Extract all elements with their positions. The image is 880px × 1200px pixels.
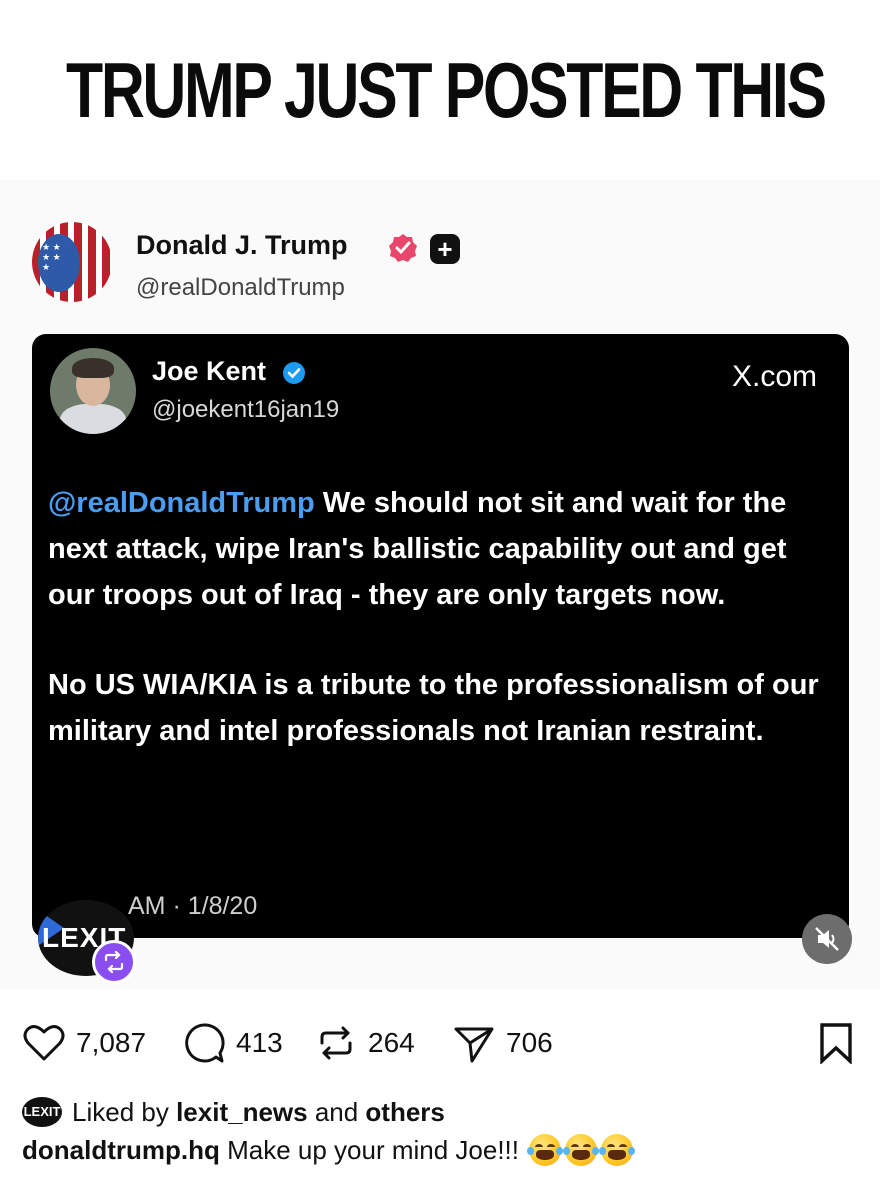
share-count: 706 xyxy=(506,1027,553,1058)
repost-icon xyxy=(320,1026,352,1060)
comment-bubble-icon xyxy=(185,1023,225,1063)
tweet-paragraph-2: No US WIA/KIA is a tribute to the profes… xyxy=(48,669,819,747)
speaker-muted-icon xyxy=(815,927,839,951)
comment-button[interactable]: 413 xyxy=(182,1018,283,1068)
caption-emojis xyxy=(527,1134,635,1166)
heart-icon xyxy=(23,1025,65,1061)
tears-of-joy-emoji-icon xyxy=(599,1134,635,1166)
repost-count: 264 xyxy=(368,1027,415,1058)
repost-badge-icon xyxy=(92,940,136,984)
liker-avatar[interactable]: LEXIT xyxy=(22,1097,62,1127)
plus-badge-icon: + xyxy=(430,234,460,264)
tweet-author-handle: @joekent16jan19 xyxy=(152,396,340,423)
tears-of-joy-emoji-icon xyxy=(563,1134,599,1166)
tweet-body: @realDonaldTrump We should not sit and w… xyxy=(48,480,828,754)
liked-by-others[interactable]: others xyxy=(365,1097,444,1128)
headline-text: TRUMP JUST POSTED THIS xyxy=(65,45,827,134)
comment-count: 413 xyxy=(236,1027,283,1058)
author-name[interactable]: Donald J. Trump xyxy=(136,230,348,261)
verified-badge-icon xyxy=(389,234,417,262)
tweet-paragraph-1: @realDonaldTrump We should not sit and w… xyxy=(48,480,828,618)
x-com-source: X.com xyxy=(731,360,817,393)
headline-banner: TRUMP JUST POSTED THIS xyxy=(0,0,880,180)
tweet-mention: @realDonaldTrump xyxy=(48,487,315,519)
caption-username[interactable]: donaldtrump.hq xyxy=(22,1135,220,1166)
tweet-author-name: Joe Kent xyxy=(152,356,267,386)
liked-by-middle: and xyxy=(307,1096,366,1127)
embedded-tweet-card: Joe Kent @joekent16jan19 X.com @realDona… xyxy=(32,334,849,938)
like-button[interactable]: 7,087 xyxy=(22,1018,146,1068)
author-avatar[interactable]: ★ ★ ★ ★ ★ xyxy=(32,222,112,302)
post-header: ★ ★ ★ ★ ★ Donald J. Trump + @realDonaldTru… xyxy=(32,222,632,308)
share-button[interactable]: 706 xyxy=(452,1018,553,1068)
like-count: 7,087 xyxy=(76,1027,147,1058)
liked-by-row: LEXIT Liked by lexit_news and others xyxy=(22,1096,445,1128)
author-handle[interactable]: @realDonaldTrump xyxy=(136,274,345,302)
tweet-timestamp: AM · 1/8/20 xyxy=(128,892,258,920)
liked-by-prefix: Liked by xyxy=(72,1096,177,1127)
mute-button[interactable] xyxy=(802,914,852,964)
bookmark-icon[interactable] xyxy=(818,1022,854,1064)
repost-button[interactable]: 264 xyxy=(314,1018,415,1068)
verified-check-icon xyxy=(283,362,305,384)
caption-text: Make up your mind Joe!!! xyxy=(219,1134,519,1165)
action-bar: 7,087 413 264 706 xyxy=(22,1018,862,1068)
liker-username[interactable]: lexit_news xyxy=(176,1097,308,1128)
post-caption: donaldtrump.hq Make up your mind Joe!!! xyxy=(22,1134,635,1166)
send-icon xyxy=(454,1027,494,1063)
tweet-author-avatar xyxy=(50,348,136,434)
tears-of-joy-emoji-icon xyxy=(527,1134,563,1166)
